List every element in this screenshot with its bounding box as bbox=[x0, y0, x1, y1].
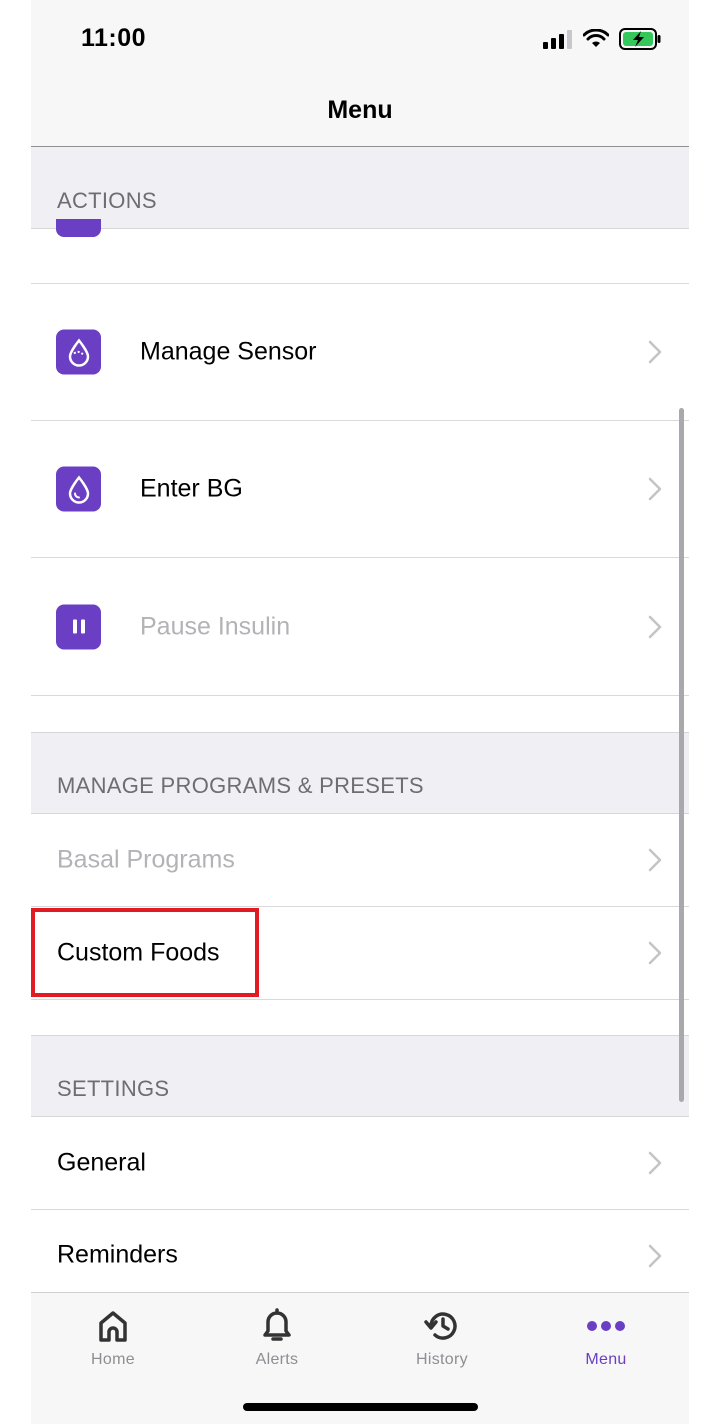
menu-item-custom-foods[interactable]: Custom Foods bbox=[31, 907, 689, 1000]
status-time: 11:00 bbox=[81, 24, 147, 52]
section-title-actions: ACTIONS bbox=[57, 188, 157, 213]
section-header-actions: ACTIONS bbox=[31, 147, 689, 229]
spacer bbox=[31, 1000, 689, 1035]
scrollbar[interactable] bbox=[679, 408, 684, 1102]
menu-item-pause-insulin[interactable]: Pause Insulin bbox=[31, 558, 689, 696]
chevron-right-icon bbox=[648, 615, 662, 638]
home-icon bbox=[53, 1305, 173, 1347]
tab-label: Alerts bbox=[255, 1351, 299, 1368]
tab-history[interactable]: History bbox=[382, 1305, 502, 1369]
spacer bbox=[31, 696, 689, 732]
menu-item-reminders[interactable]: Reminders bbox=[31, 1210, 689, 1303]
chevron-right-icon bbox=[648, 1151, 662, 1175]
menu-item-label: Pause Insulin bbox=[140, 612, 291, 640]
tab-label: History bbox=[416, 1351, 468, 1368]
chevron-right-icon bbox=[648, 340, 662, 364]
menu-item-general[interactable]: General bbox=[31, 1117, 689, 1210]
menu-item-basal-programs[interactable]: Basal Programs bbox=[31, 814, 689, 907]
status-icons bbox=[543, 28, 661, 50]
app-screen: 11:00 Menu ACTIONS Manage Sensor Enter B… bbox=[31, 0, 689, 1424]
tab-label: Menu bbox=[585, 1351, 627, 1368]
menu-item-label: Basal Programs bbox=[57, 845, 235, 874]
section-title-settings: SETTINGS bbox=[57, 1076, 170, 1101]
battery-charging-icon bbox=[619, 28, 661, 50]
page-title: Menu bbox=[327, 96, 393, 124]
nav-header: Menu bbox=[31, 80, 689, 147]
chevron-right-icon bbox=[648, 848, 662, 872]
blood-drop-icon bbox=[56, 466, 101, 512]
signal-icon bbox=[543, 30, 572, 49]
chevron-right-icon bbox=[648, 1244, 662, 1268]
status-bar: 11:00 bbox=[31, 0, 689, 80]
tab-label: Home bbox=[91, 1351, 135, 1368]
pause-icon bbox=[56, 604, 101, 649]
chevron-right-icon bbox=[648, 941, 662, 965]
section-header-programs: MANAGE PROGRAMS & PRESETS bbox=[31, 732, 689, 814]
bell-icon bbox=[217, 1305, 337, 1347]
menu-item-enter-bg[interactable]: Enter BG bbox=[31, 421, 689, 558]
tab-alerts[interactable]: Alerts bbox=[217, 1305, 337, 1369]
menu-item-label: General bbox=[57, 1148, 146, 1177]
sensor-drop-icon bbox=[56, 329, 101, 375]
more-dots-icon bbox=[546, 1305, 666, 1347]
menu-item-label: Reminders bbox=[57, 1240, 178, 1269]
action-icon bbox=[56, 219, 101, 237]
menu-item-label: Manage Sensor bbox=[140, 337, 317, 366]
list-item-hidden-action[interactable] bbox=[31, 219, 689, 284]
tab-menu[interactable]: Menu bbox=[546, 1305, 666, 1369]
tab-home[interactable]: Home bbox=[53, 1305, 173, 1369]
section-header-settings: SETTINGS bbox=[31, 1035, 689, 1117]
wifi-icon bbox=[583, 29, 609, 47]
section-title-programs: MANAGE PROGRAMS & PRESETS bbox=[57, 773, 424, 798]
history-icon bbox=[382, 1305, 502, 1347]
chevron-right-icon bbox=[648, 477, 662, 501]
menu-item-manage-sensor[interactable]: Manage Sensor bbox=[31, 284, 689, 421]
menu-item-label: Custom Foods bbox=[57, 938, 220, 967]
menu-item-label: Enter BG bbox=[140, 474, 243, 503]
home-indicator bbox=[243, 1403, 478, 1411]
